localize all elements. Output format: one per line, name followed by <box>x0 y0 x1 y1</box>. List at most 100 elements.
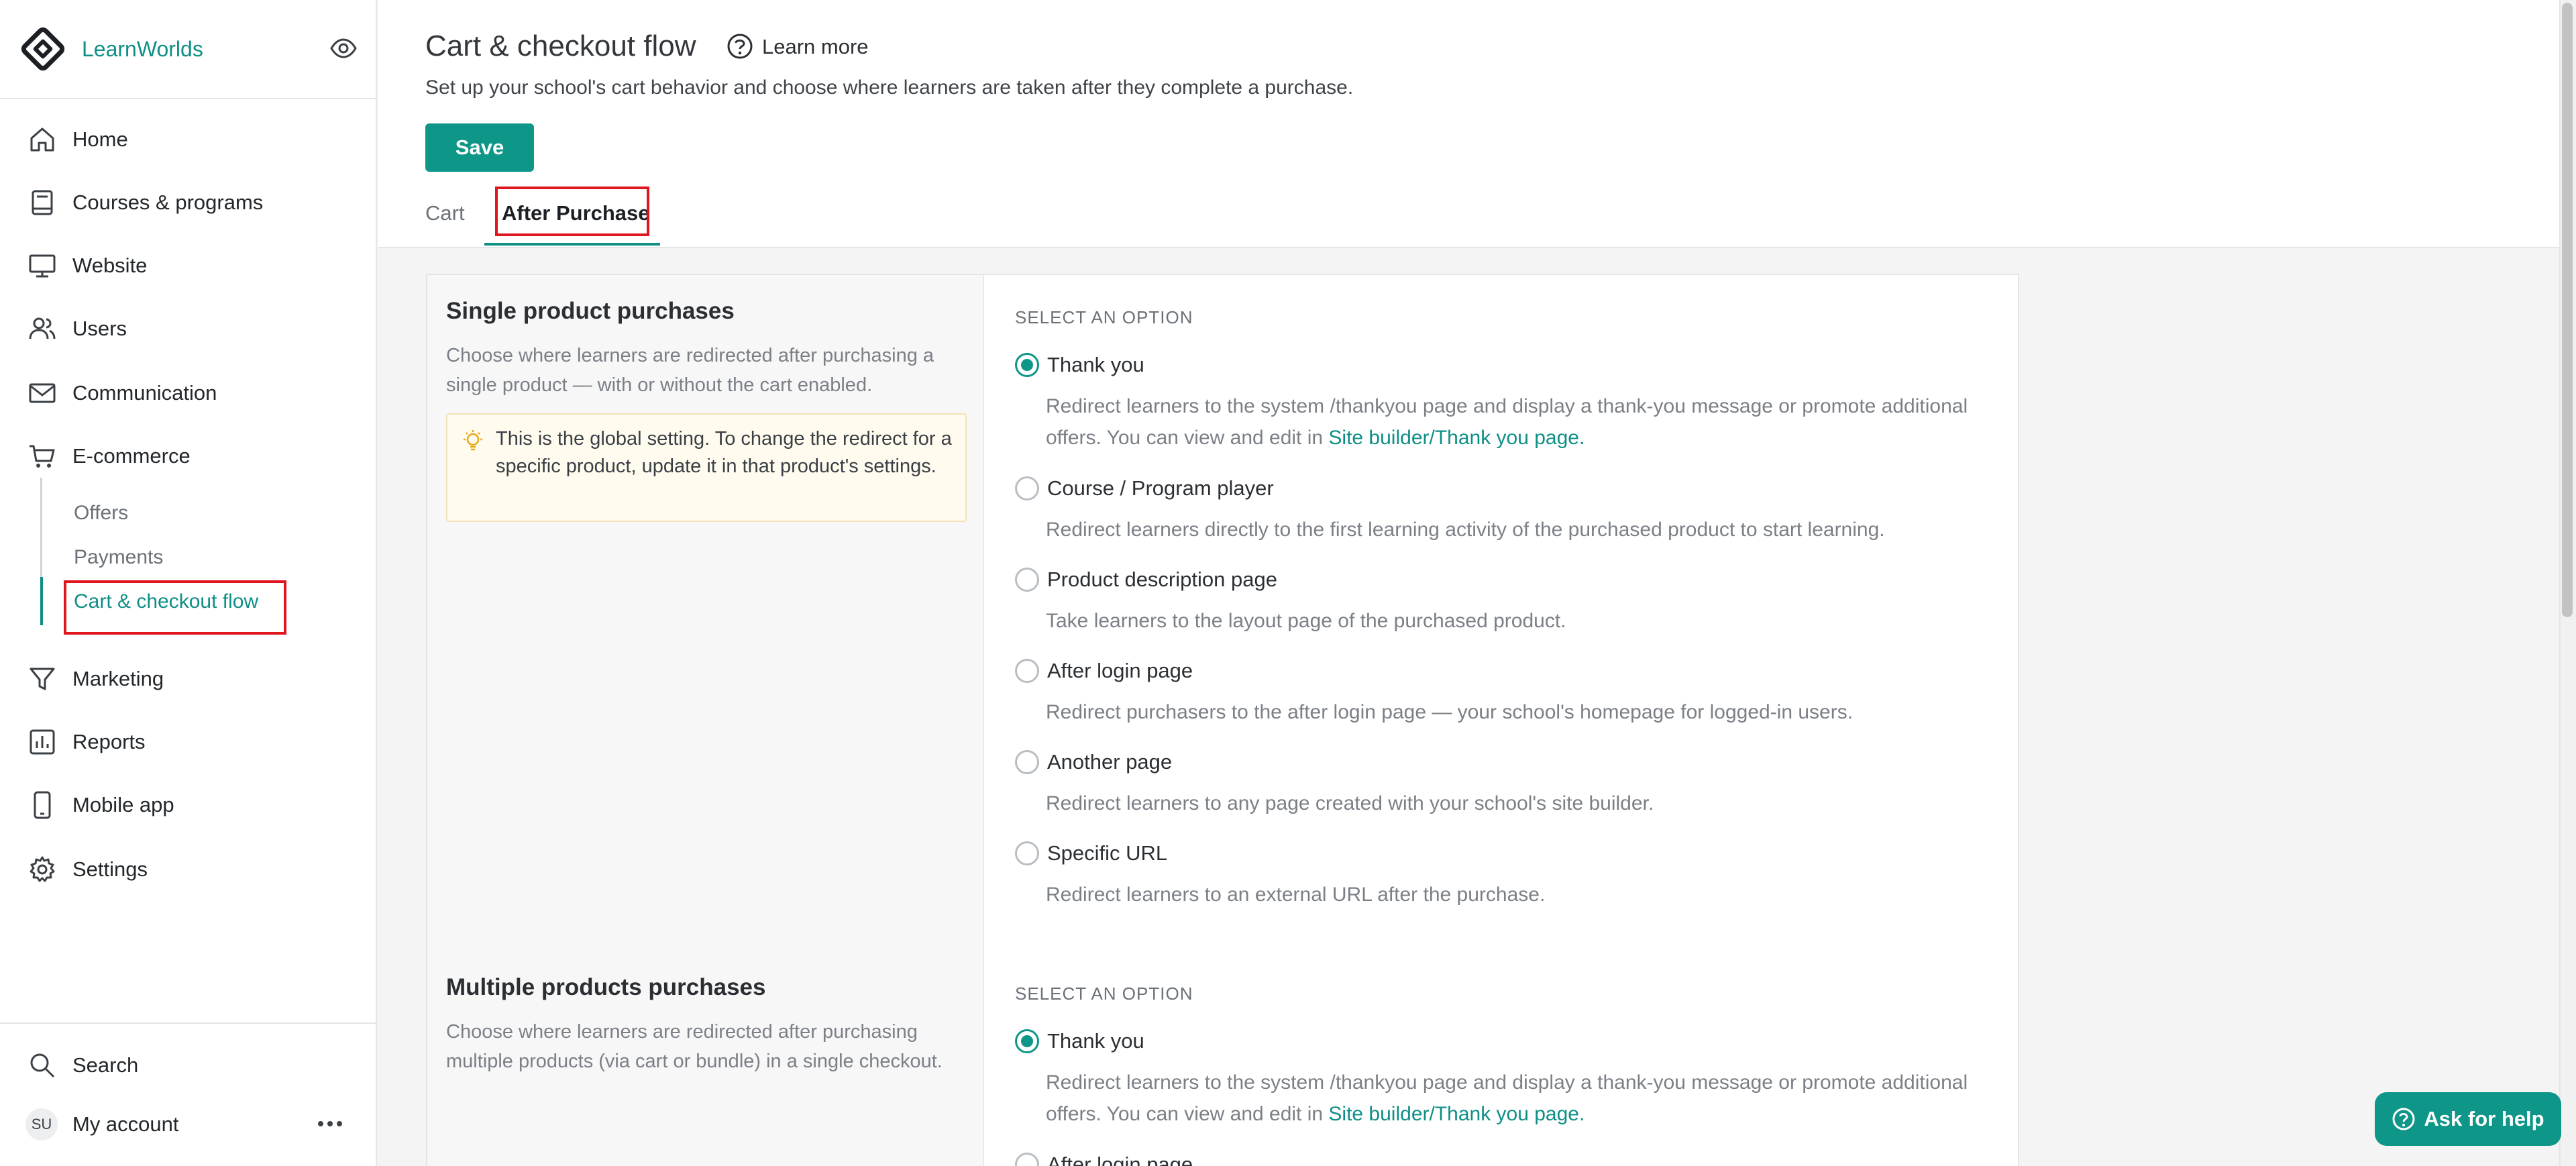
option-label: After login page <box>1047 659 1193 682</box>
book-icon <box>32 190 53 215</box>
users-icon <box>29 317 56 339</box>
radio-option-product-description[interactable]: Product description page <box>1015 568 1277 592</box>
radio-checked[interactable] <box>1015 353 1039 377</box>
sidebar-item-label: Mobile app <box>72 793 174 816</box>
sidebar-item-label: Home <box>72 127 128 151</box>
lightbulb-icon <box>464 430 482 451</box>
option-label: After login page <box>1047 1153 1193 1166</box>
sidebar-item-search[interactable]: Search <box>0 1039 376 1092</box>
sidebar: LearnWorlds Home Courses & programs Webs… <box>0 0 377 1166</box>
sidebar-item-label: Users <box>72 317 127 340</box>
phone-icon <box>34 791 51 819</box>
monitor-icon <box>29 254 56 278</box>
page-title: Cart & checkout flow <box>425 30 696 62</box>
page-header: Cart & checkout flow Learn more Set up y… <box>378 0 2559 248</box>
page-subtitle: Set up your school's cart behavior and c… <box>425 76 1354 99</box>
help-circle-icon[interactable] <box>726 32 754 60</box>
brand-name[interactable]: LearnWorlds <box>82 37 203 62</box>
sidebar-divider <box>0 1022 376 1024</box>
sidebar-item-my-account[interactable]: My account <box>0 1098 228 1151</box>
option-label: Thank you <box>1047 353 1144 376</box>
tip-text: This is the global setting. To change th… <box>496 428 952 477</box>
gear-icon <box>30 856 55 882</box>
radio-option-specific-url[interactable]: Specific URL <box>1015 841 1167 865</box>
radio-unchecked[interactable] <box>1015 750 1039 774</box>
ask-for-help-button[interactable]: Ask for help <box>2375 1092 2561 1146</box>
more-options-icon[interactable] <box>315 1114 345 1134</box>
learn-more-link[interactable]: Learn more <box>762 35 869 59</box>
option-label: Course / Program player <box>1047 476 1274 500</box>
highlight-box <box>64 580 286 635</box>
sidebar-item-label: Marketing <box>72 667 164 690</box>
help-circle-icon <box>2392 1108 2415 1130</box>
highlight-box <box>495 187 649 236</box>
radio-unchecked[interactable] <box>1015 476 1039 500</box>
sidebar-item-label: Reports <box>72 730 146 753</box>
sidebar-item-reports[interactable]: Reports <box>0 715 376 769</box>
option-desc: Redirect learners to the system /thankyo… <box>1046 390 1985 454</box>
cart-icon <box>30 445 55 468</box>
radio-checked[interactable] <box>1015 1029 1039 1053</box>
option-desc: Redirect learners directly to the first … <box>1046 519 1885 541</box>
info-tip: This is the global setting. To change th… <box>446 413 967 522</box>
save-button[interactable]: Save <box>425 123 534 172</box>
subnav-item-payments[interactable]: Payments <box>74 546 163 569</box>
sidebar-item-label: E-commerce <box>72 444 191 468</box>
radio-option-course-player[interactable]: Course / Program player <box>1015 476 1274 500</box>
sidebar-item-label: My account <box>72 1112 179 1136</box>
sidebar-item-label: Courses & programs <box>72 191 264 214</box>
radio-unchecked[interactable] <box>1015 659 1039 683</box>
select-option-label: SELECT AN OPTION <box>1015 984 1193 1004</box>
radio-unchecked[interactable] <box>1015 568 1039 592</box>
site-builder-link[interactable]: Site builder/Thank you page. <box>1328 427 1585 449</box>
section-desc-multiple: Choose where learners are redirected aft… <box>446 1021 943 1072</box>
eye-icon[interactable] <box>329 34 358 63</box>
after-purchase-panel: Single product purchases Choose where le… <box>426 274 2019 1166</box>
sidebar-item-label: Search <box>72 1053 139 1077</box>
sidebar-item-ecommerce[interactable]: E-commerce <box>0 429 376 483</box>
active-tab-indicator <box>484 243 660 246</box>
funnel-icon <box>30 668 55 690</box>
subnav-item-offers[interactable]: Offers <box>74 502 128 525</box>
radio-option-after-login[interactable]: After login page <box>1015 659 1193 683</box>
sidebar-item-website[interactable]: Website <box>0 239 376 293</box>
radio-option-thank-you-multiple[interactable]: Thank you <box>1015 1029 1144 1053</box>
radio-option-another-page[interactable]: Another page <box>1015 750 1172 774</box>
tab-cart[interactable]: Cart <box>425 201 465 225</box>
home-icon <box>30 127 54 152</box>
section-title-multiple: Multiple products purchases <box>446 974 766 1000</box>
option-label: Product description page <box>1047 568 1277 591</box>
sidebar-item-home[interactable]: Home <box>0 113 376 166</box>
sidebar-item-label: Communication <box>72 381 217 405</box>
option-label: Specific URL <box>1047 841 1168 865</box>
sidebar-item-settings[interactable]: Settings <box>0 843 376 896</box>
option-desc: Take learners to the layout page of the … <box>1046 610 1566 632</box>
option-label: Thank you <box>1047 1029 1144 1053</box>
help-label: Ask for help <box>2424 1107 2544 1130</box>
search-icon <box>30 1053 55 1078</box>
sidebar-item-label: Website <box>72 254 148 277</box>
section-title-single: Single product purchases <box>446 298 735 324</box>
sidebar-item-mobile-app[interactable]: Mobile app <box>0 778 376 832</box>
sidebar-item-courses[interactable]: Courses & programs <box>0 176 376 229</box>
mail-icon <box>29 383 56 403</box>
sidebar-item-marketing[interactable]: Marketing <box>0 652 376 706</box>
site-builder-link[interactable]: Site builder/Thank you page. <box>1328 1103 1585 1125</box>
chart-icon <box>30 729 55 755</box>
scrollbar-thumb[interactable] <box>2562 3 2573 617</box>
option-desc: Redirect learners to any page created wi… <box>1046 792 1654 814</box>
radio-unchecked[interactable] <box>1015 841 1039 865</box>
sidebar-item-label: Settings <box>72 857 148 881</box>
select-option-label: SELECT AN OPTION <box>1015 307 1193 327</box>
section-desc-single: Choose where learners are redirected aft… <box>446 345 934 396</box>
option-desc: Redirect purchasers to the after login p… <box>1046 701 1854 723</box>
option-desc: Redirect learners to the system /thankyo… <box>1046 1067 1985 1130</box>
radio-option-thank-you[interactable]: Thank you <box>1015 353 1144 377</box>
radio-unchecked[interactable] <box>1015 1153 1039 1166</box>
learnworlds-logo-icon[interactable] <box>17 23 68 74</box>
sidebar-item-communication[interactable]: Communication <box>0 366 376 420</box>
sidebar-item-users[interactable]: Users <box>0 302 376 356</box>
brand-header: LearnWorlds <box>0 0 376 99</box>
subnav-active-indicator <box>40 577 43 625</box>
radio-option-after-login-multiple[interactable]: After login page <box>1015 1153 1193 1166</box>
